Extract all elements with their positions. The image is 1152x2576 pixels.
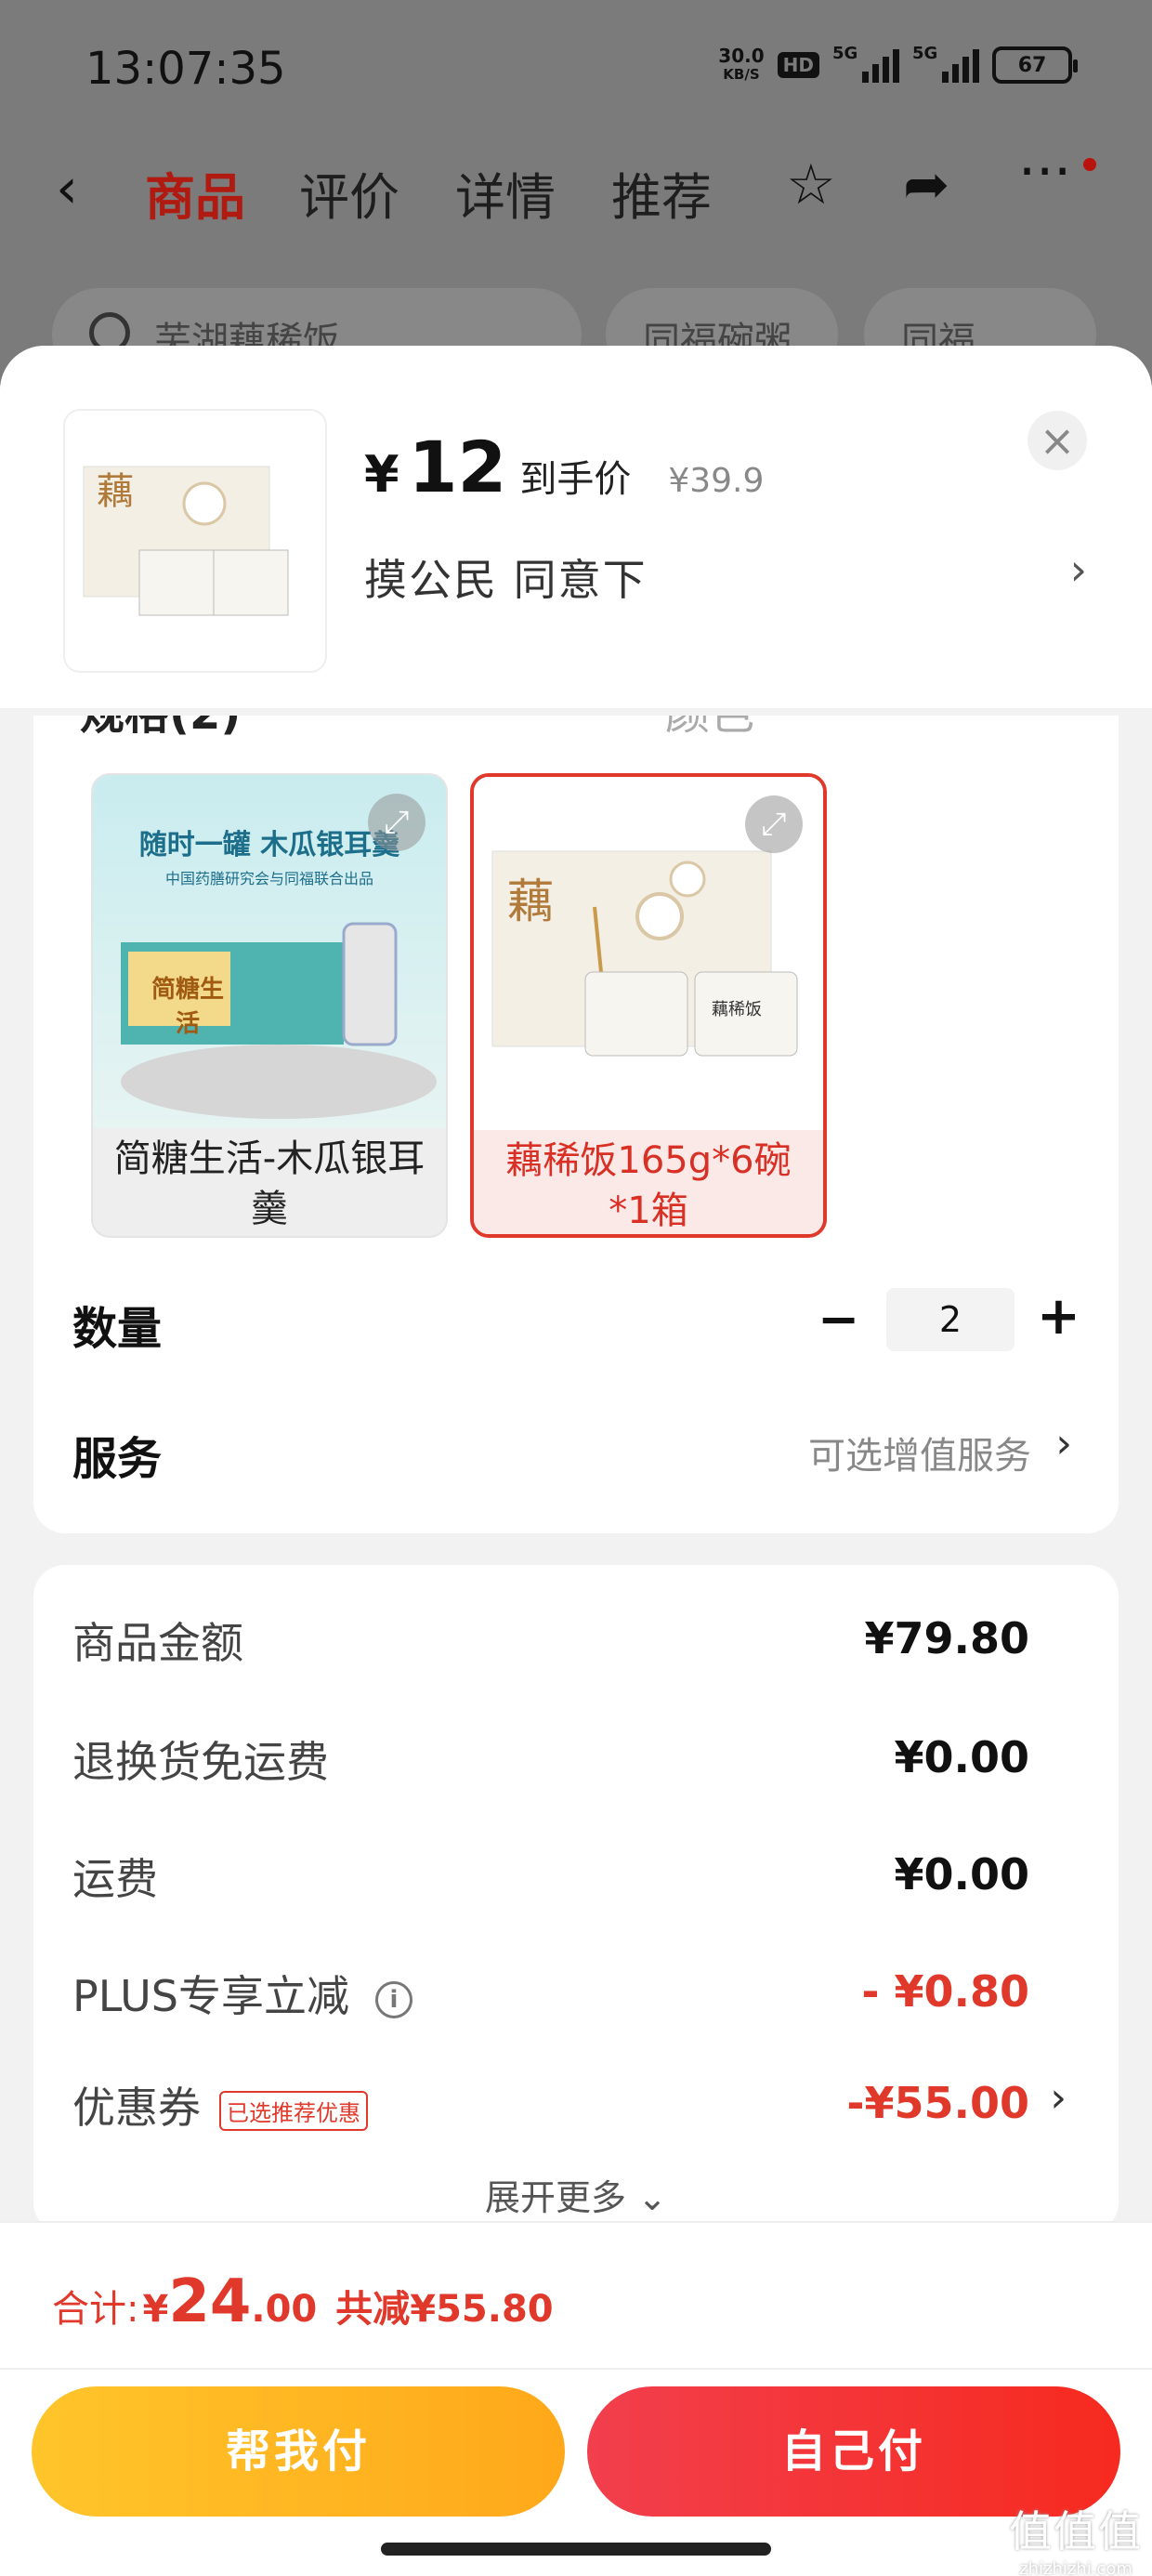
back-icon[interactable]: ‹	[56, 156, 78, 221]
close-icon: ×	[1039, 415, 1076, 466]
tab-product[interactable]: 商品	[145, 156, 245, 230]
fee-row-coupon[interactable]: 优惠券 已选推荐优惠 -¥55.00 ›	[33, 2074, 1119, 2158]
status-time: 13:07:35	[85, 43, 286, 95]
spec-section-note: 颜色	[665, 716, 754, 742]
show-more-button[interactable]: 展开更多 ⌄	[33, 2169, 1119, 2220]
network-speed: 30.0 KB/S	[718, 45, 765, 83]
option-label: 藕稀饭165g*6碗*1箱	[474, 1130, 823, 1234]
info-icon[interactable]: i	[374, 1980, 412, 2018]
watermark: 值值值 zhizhizhi.com	[1009, 2506, 1143, 2576]
spec-option[interactable]: 随时一罐 木瓜银耳羹 中国药膳研究会与同福联合出品 简糖生活 ⤢ 简糖生活-木瓜…	[91, 773, 448, 1238]
more-icon[interactable]: ···	[1018, 139, 1071, 204]
option-label: 简糖生活-木瓜银耳羹	[113, 1137, 425, 1230]
fee-row-plus: PLUS专享立减 i - ¥0.80	[72, 1966, 1029, 2021]
original-price: ¥39.9	[668, 462, 765, 500]
sheet-header: 藕 ¥ 12 到手价 ¥39.9 摸公民 同意下 › ×	[0, 346, 1152, 708]
service-label: 服务	[72, 1433, 163, 1485]
product-nav-bar: ‹ 商品 评价 详情 推荐 ☆ ➦ ···	[0, 139, 1152, 232]
price-symbol: ¥	[364, 445, 399, 504]
total-amount: 24	[168, 2267, 252, 2336]
expand-icon[interactable]: ⤢	[745, 795, 803, 853]
signal-icon-2: 5G	[912, 44, 979, 83]
tab-reviews[interactable]: 评价	[299, 156, 399, 230]
fee-card: 商品金额 ¥79.80 退换货免运费 ¥0.00 运费 ¥0.00 PLUS专享…	[33, 1565, 1119, 2234]
product-thumbnail[interactable]: 藕	[65, 411, 325, 671]
hd-icon: HD	[777, 52, 819, 78]
fee-row-return: 退换货免运费 ¥0.00	[72, 1732, 1029, 1787]
divider	[0, 2368, 1152, 2370]
spec-section-title: 规格(2)	[80, 716, 241, 742]
svg-text:藕: 藕	[97, 470, 134, 513]
star-icon[interactable]: ☆	[786, 152, 836, 217]
chevron-right-icon[interactable]: ›	[1050, 2074, 1067, 2122]
pay-myself-button[interactable]: 自己付	[587, 2386, 1120, 2517]
chevron-right-icon[interactable]: ›	[1070, 545, 1087, 595]
share-icon[interactable]: ➦	[903, 152, 949, 217]
fee-row-shipping: 运费 ¥0.00	[72, 1849, 1029, 1904]
service-hint[interactable]: 可选增值服务	[808, 1426, 1031, 1479]
chevron-down-icon: ⌄	[637, 2177, 667, 2218]
status-icons: 30.0 KB/S HD 5G 5G 67	[718, 44, 1078, 84]
quantity-increase-button[interactable]: +	[1037, 1286, 1080, 1347]
price-label: 到手价	[519, 458, 632, 501]
total-saving: 共减¥55.80	[335, 2288, 554, 2331]
tab-details[interactable]: 详情	[455, 156, 556, 230]
home-indicator[interactable]	[381, 2543, 771, 2556]
quantity-input[interactable]: 2	[886, 1288, 1015, 1351]
quantity-decrease-button[interactable]: −	[818, 1290, 859, 1348]
tab-recommend[interactable]: 推荐	[611, 156, 712, 230]
status-bar: 13:07:35 30.0 KB/S HD 5G 5G 67	[0, 0, 1152, 139]
help-me-pay-button[interactable]: 帮我付	[32, 2386, 565, 2517]
checkout-bar: 合计: ¥ 24 .00 共减¥55.80 帮我付 自己付 值值值 zhizhi…	[0, 2221, 1152, 2576]
signal-icon: 5G	[832, 44, 899, 83]
price-row: ¥ 12 到手价 ¥39.9	[364, 426, 764, 508]
expand-icon[interactable]: ⤢	[368, 794, 425, 851]
quantity-label: 数量	[72, 1303, 163, 1355]
fee-row-goods: 商品金额 ¥79.80	[72, 1613, 1029, 1668]
coupon-tag: 已选推荐优惠	[219, 2091, 368, 2131]
total-label: 合计:	[52, 2288, 139, 2331]
final-price: 12	[408, 426, 507, 508]
battery-icon: 67	[992, 46, 1078, 84]
selected-spec[interactable]: 摸公民 同意下	[364, 546, 648, 608]
spec-option-selected[interactable]: 藕 藕稀饭 ⤢ 藕稀饭165g*6碗*1箱	[470, 773, 827, 1238]
notification-dot	[1083, 158, 1096, 171]
chevron-right-icon[interactable]: ›	[1055, 1420, 1072, 1467]
total-line: 合计: ¥ 24 .00 共减¥55.80	[52, 2267, 554, 2336]
close-button[interactable]: ×	[1028, 411, 1087, 470]
